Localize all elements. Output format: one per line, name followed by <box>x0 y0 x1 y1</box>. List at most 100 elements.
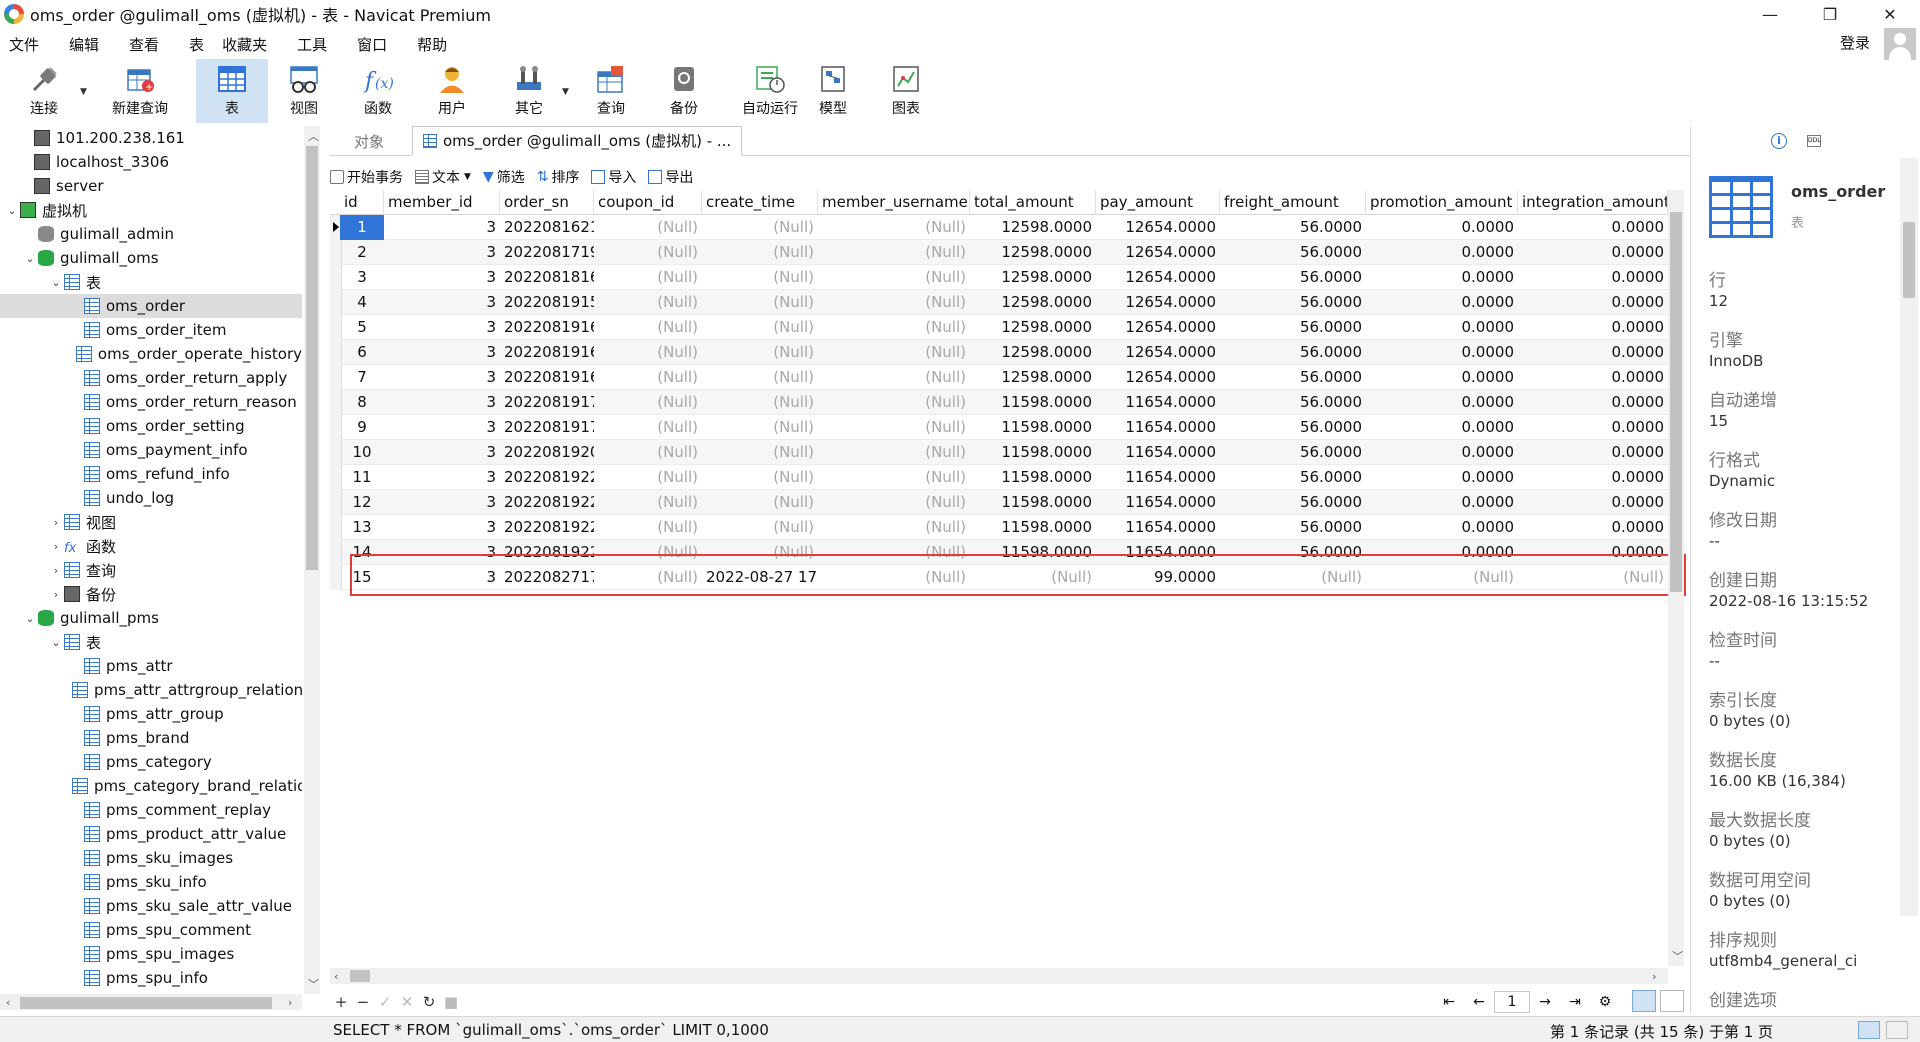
restore-button[interactable]: ❐ <box>1800 0 1860 28</box>
tree-toggle-icon[interactable]: › <box>50 516 62 529</box>
table-row[interactable]: 132022081621:(Null)(Null)(Null)12598.000… <box>330 215 1668 240</box>
cell-order-sn[interactable]: 2022081917: <box>500 415 594 440</box>
cell-freight-amount[interactable]: 56.0000 <box>1220 465 1366 490</box>
page-number-input[interactable]: 1 <box>1494 991 1530 1013</box>
import-button[interactable]: 导入 <box>591 167 636 187</box>
tree-item[interactable]: gulimall_admin <box>0 222 302 246</box>
column-header-freight-amount[interactable]: freight_amount <box>1220 190 1366 215</box>
tree-item[interactable]: server <box>0 174 302 198</box>
tree-toggle-icon[interactable]: ⌄ <box>50 636 62 649</box>
toolbar-button-tools[interactable]: 其它 <box>494 59 564 123</box>
minimize-button[interactable]: — <box>1740 0 1800 28</box>
cell-order-sn[interactable]: 2022081916: <box>500 340 594 365</box>
tree-toggle-icon[interactable]: ⌄ <box>50 276 62 289</box>
cell-create-time[interactable]: (Null) <box>702 315 818 340</box>
cell-member-id[interactable]: 3 <box>384 315 500 340</box>
cell-create-time[interactable]: (Null) <box>702 440 818 465</box>
cell-promotion-amount[interactable]: 0.0000 <box>1366 415 1518 440</box>
cell-pay-amount[interactable]: 12654.0000 <box>1096 265 1220 290</box>
cell-integration-amount[interactable]: 0.0000 <box>1518 340 1668 365</box>
cell-id[interactable]: 6 <box>340 340 384 365</box>
cell-freight-amount[interactable]: 56.0000 <box>1220 215 1366 240</box>
panel-toggle-right-button[interactable] <box>1886 1021 1908 1039</box>
cell-promotion-amount[interactable]: 0.0000 <box>1366 315 1518 340</box>
last-page-button[interactable]: ⇥ <box>1560 994 1590 1010</box>
cell-total-amount[interactable]: 12598.0000 <box>970 240 1096 265</box>
cell-freight-amount[interactable]: 56.0000 <box>1220 440 1366 465</box>
tree-item[interactable]: oms_payment_info <box>0 438 302 462</box>
tab-oms-order[interactable]: oms_order @gulimall_oms (虚拟机) - ... <box>412 126 743 156</box>
toolbar-button-backup[interactable]: 备份 <box>656 59 712 123</box>
cell-order-sn[interactable]: 2022081916 <box>500 315 594 340</box>
cell-pay-amount[interactable]: 12654.0000 <box>1096 240 1220 265</box>
cell-member-id[interactable]: 3 <box>384 465 500 490</box>
menu-item-1[interactable]: 编辑 <box>60 34 108 55</box>
cell-freight-amount[interactable]: 56.0000 <box>1220 365 1366 390</box>
cell-member-username[interactable]: (Null) <box>818 390 970 415</box>
tree-item[interactable]: ⌄ gulimall_oms <box>0 246 302 270</box>
cell-member-id[interactable]: 3 <box>384 515 500 540</box>
cell-member-username[interactable]: (Null) <box>818 240 970 265</box>
cell-id[interactable]: 9 <box>340 415 384 440</box>
column-header-id[interactable]: id <box>340 190 384 215</box>
delete-record-button[interactable]: − <box>352 993 374 1011</box>
tree-item[interactable]: › 备份 <box>0 582 302 606</box>
toolbar-button-function[interactable]: f (x) 函数 <box>344 59 412 123</box>
tree-item[interactable]: localhost_3306 <box>0 150 302 174</box>
cell-member-id[interactable]: 3 <box>384 290 500 315</box>
grid-view-button[interactable] <box>1632 990 1656 1012</box>
cell-pay-amount[interactable]: 11654.0000 <box>1096 490 1220 515</box>
sort-button[interactable]: ⇅ 排序 <box>537 167 580 187</box>
cell-total-amount[interactable]: 12598.0000 <box>970 340 1096 365</box>
info-vertical-scroll-thumb[interactable] <box>1903 222 1915 298</box>
tree-item[interactable]: pms_sku_info <box>0 870 302 894</box>
cell-id[interactable]: 5 <box>340 315 384 340</box>
cell-integration-amount[interactable]: 0.0000 <box>1518 440 1668 465</box>
tree-scroll-down-icon[interactable]: ﹀ <box>308 976 319 992</box>
cell-total-amount[interactable]: 12598.0000 <box>970 265 1096 290</box>
cell-member-username[interactable]: (Null) <box>818 315 970 340</box>
cell-freight-amount[interactable]: 56.0000 <box>1220 240 1366 265</box>
grid-horizontal-scrollbar[interactable] <box>330 968 1668 984</box>
tree-item[interactable]: pms_sku_sale_attr_value <box>0 894 302 918</box>
tree-toggle-icon[interactable]: ⌄ <box>24 252 36 265</box>
column-header-pay-amount[interactable]: pay_amount <box>1096 190 1220 215</box>
cell-coupon-id[interactable]: (Null) <box>594 240 702 265</box>
cell-integration-amount[interactable]: 0.0000 <box>1518 465 1668 490</box>
cell-pay-amount[interactable]: 12654.0000 <box>1096 290 1220 315</box>
cell-id[interactable]: 11 <box>340 465 384 490</box>
cell-promotion-amount[interactable]: 0.0000 <box>1366 240 1518 265</box>
cell-freight-amount[interactable]: 56.0000 <box>1220 290 1366 315</box>
cell-integration-amount[interactable]: 0.0000 <box>1518 215 1668 240</box>
tree-toggle-icon[interactable]: › <box>50 588 62 601</box>
cell-id[interactable]: 10 <box>340 440 384 465</box>
cell-create-time[interactable]: (Null) <box>702 365 818 390</box>
column-header-create-time[interactable]: create_time <box>702 190 818 215</box>
tree-item[interactable]: oms_refund_info <box>0 462 302 486</box>
cell-coupon-id[interactable]: (Null) <box>594 290 702 315</box>
cell-member-id[interactable]: 3 <box>384 390 500 415</box>
cell-integration-amount[interactable]: 0.0000 <box>1518 515 1668 540</box>
tree-item[interactable]: pms_spu_info <box>0 966 302 990</box>
cell-coupon-id[interactable]: (Null) <box>594 215 702 240</box>
cell-pay-amount[interactable]: 11654.0000 <box>1096 415 1220 440</box>
menu-item-3[interactable]: 表 <box>180 34 213 55</box>
cell-pay-amount[interactable]: 11654.0000 <box>1096 515 1220 540</box>
cell-order-sn[interactable]: 2022081916: <box>500 365 594 390</box>
column-header-promotion-amount[interactable]: promotion_amount <box>1366 190 1518 215</box>
cell-order-sn[interactable]: 2022081915 <box>500 290 594 315</box>
tree-item[interactable]: ⌄ 表 <box>0 270 302 294</box>
column-header-integration-amount[interactable]: integration_amount <box>1518 190 1668 215</box>
cell-member-username[interactable]: (Null) <box>818 340 970 365</box>
tree-vertical-scroll-thumb[interactable] <box>306 146 318 570</box>
panel-toggle-left-button[interactable] <box>1858 1021 1880 1039</box>
tree-item[interactable]: pms_attr <box>0 654 302 678</box>
table-row[interactable]: 932022081917:(Null)(Null)(Null)11598.000… <box>330 415 1668 440</box>
cell-member-username[interactable]: (Null) <box>818 290 970 315</box>
cell-promotion-amount[interactable]: 0.0000 <box>1366 515 1518 540</box>
cell-total-amount[interactable]: 12598.0000 <box>970 215 1096 240</box>
cell-id[interactable]: 2 <box>340 240 384 265</box>
column-header-member-username[interactable]: member_username <box>818 190 970 215</box>
tree-horizontal-scroll-thumb[interactable] <box>20 997 272 1009</box>
cell-coupon-id[interactable]: (Null) <box>594 265 702 290</box>
